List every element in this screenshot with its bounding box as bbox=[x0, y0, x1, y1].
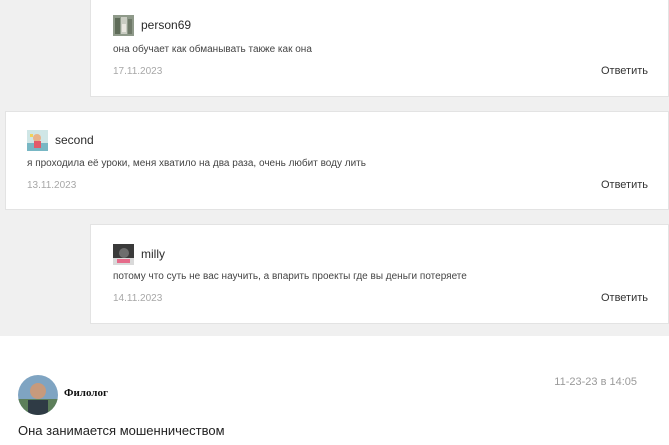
comment-author[interactable]: milly bbox=[141, 247, 165, 261]
comment-card-person69: person69 она обучает как обманывать такж… bbox=[90, 0, 669, 97]
comment-author[interactable]: second bbox=[55, 133, 94, 147]
comment-text: я проходила её уроки, меня хватило на дв… bbox=[27, 158, 366, 169]
avatar-person69 bbox=[113, 15, 134, 36]
comment-card-milly: milly потому что суть не вас научить, а … bbox=[90, 224, 669, 324]
post-text: Она занимается мошенничеством bbox=[18, 423, 225, 438]
reply-button[interactable]: Ответить bbox=[601, 292, 648, 304]
reply-button[interactable]: Ответить bbox=[601, 65, 648, 77]
post-author[interactable]: Филолог bbox=[64, 387, 108, 399]
comment-text: потому что суть не вас научить, а впарит… bbox=[113, 271, 467, 282]
comment-text: она обучает как обманывать также как она bbox=[113, 44, 312, 55]
avatar-philolog bbox=[18, 375, 58, 415]
comment-date: 13.11.2023 bbox=[27, 180, 77, 191]
reply-button[interactable]: Ответить bbox=[601, 179, 648, 191]
avatar-milly bbox=[113, 244, 134, 265]
comment-date: 17.11.2023 bbox=[113, 66, 163, 77]
avatar-second bbox=[27, 130, 48, 151]
comment-date: 14.11.2023 bbox=[113, 293, 163, 304]
post-timestamp: 11-23-23 в 14:05 bbox=[554, 376, 637, 388]
comment-author[interactable]: person69 bbox=[141, 18, 191, 32]
comment-card-second: second я проходила её уроки, меня хватил… bbox=[5, 111, 669, 210]
